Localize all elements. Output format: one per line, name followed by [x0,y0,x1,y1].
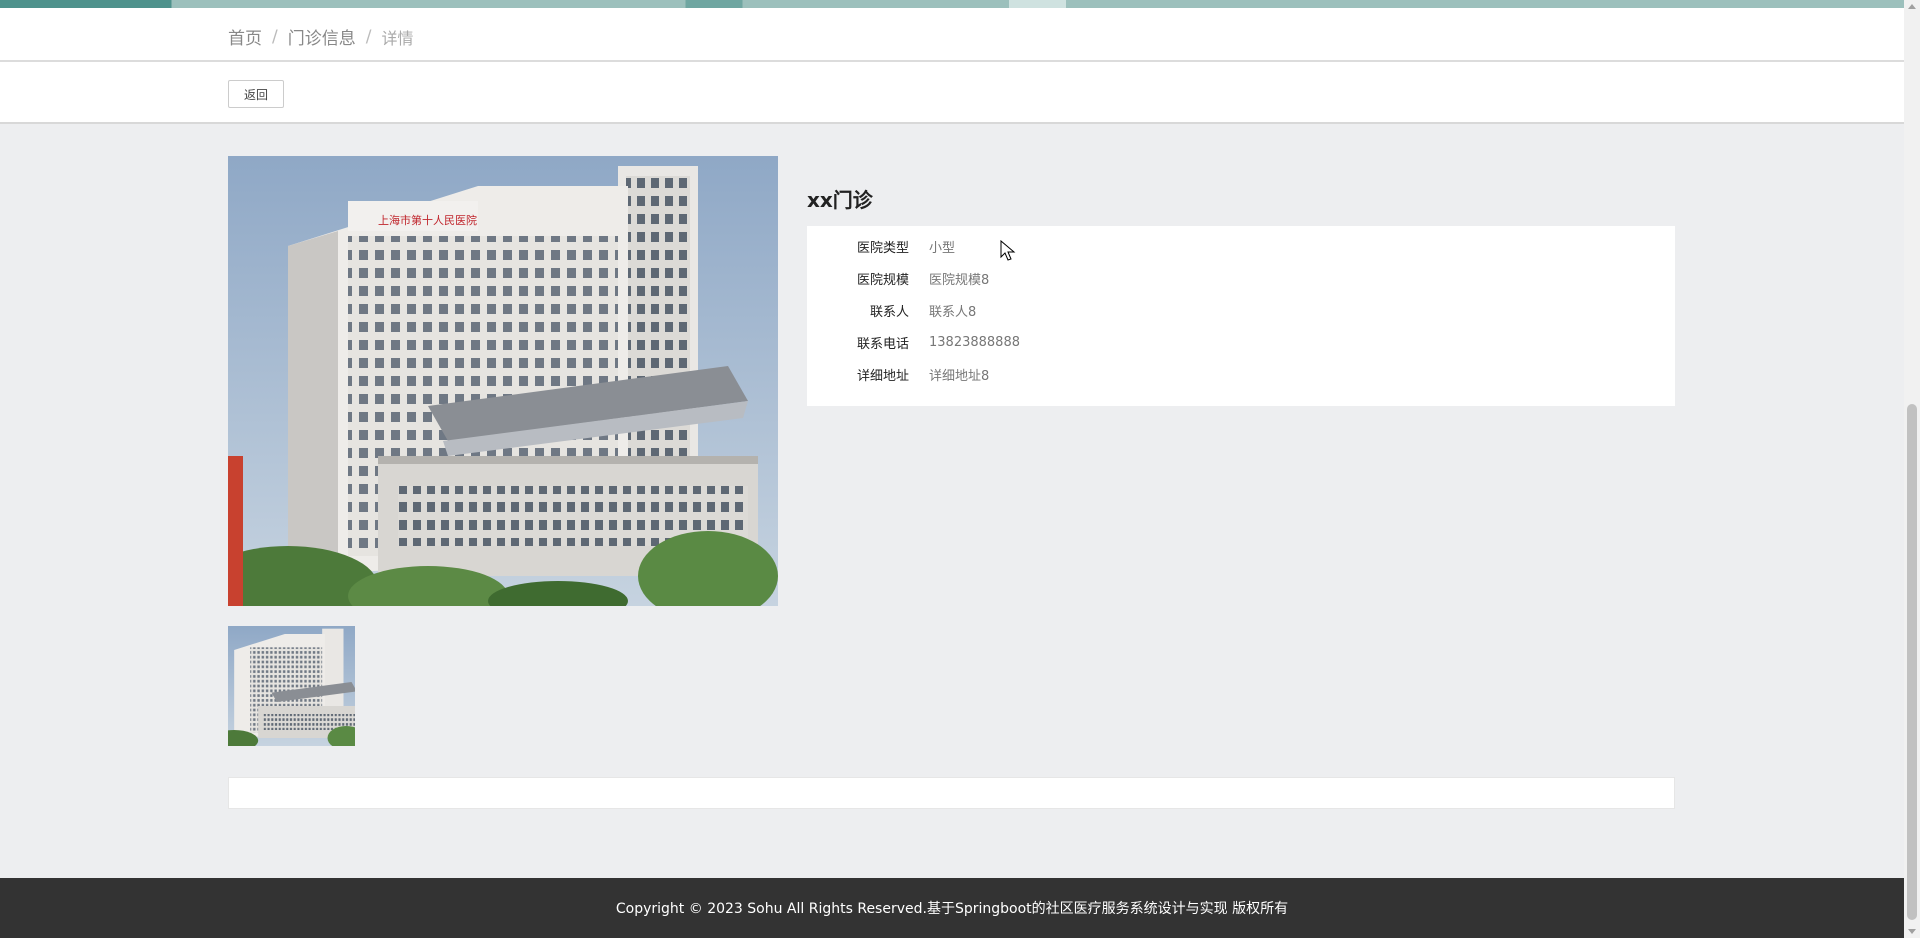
breadcrumb-home[interactable]: 首页 [228,24,262,49]
footer-copyright: Copyright © 2023 Sohu All Rights Reserve… [615,901,1289,917]
info-value: 详细地址8 [929,368,990,384]
hospital-building-icon: 上海市第十人民医院 [228,156,778,606]
breadcrumb-section[interactable]: 门诊信息 [288,24,356,49]
vertical-scrollbar[interactable] [1904,0,1920,938]
breadcrumb-separator: / [365,26,372,47]
scroll-up-icon[interactable] [1908,4,1916,9]
info-row-contact: 联系人 联系人8 [807,298,1675,322]
action-bar: 返回 [0,62,1904,124]
info-value: 联系人8 [929,304,977,320]
info-row-phone: 联系电话 13823888888 [807,330,1675,354]
info-row-scale: 医院规模 医院规模8 [807,266,1675,290]
info-label: 医院类型 [856,240,909,256]
info-value: 小型 [929,240,956,256]
info-value: 13823888888 [929,334,1020,350]
mouse-cursor-icon [1000,240,1016,261]
info-label: 联系人 [869,304,909,320]
breadcrumb: 首页 / 门诊信息 / 详情 [228,24,414,50]
info-label: 医院规模 [856,272,909,288]
top-accent-bar [0,0,1904,8]
scroll-thumb[interactable] [1907,404,1917,920]
breadcrumb-separator: / [272,26,278,47]
hospital-main-image: 上海市第十人民医院 [228,156,778,606]
footer: Copyright © 2023 Sohu All Rights Reserve… [0,878,1904,938]
hospital-thumbnail-icon [228,626,355,746]
info-row-type: 医院类型 小型 [807,234,1675,258]
info-value: 医院规模8 [929,272,990,288]
info-row-address: 详细地址 详细地址8 [807,362,1675,386]
info-label: 详细地址 [856,368,909,384]
breadcrumb-bar: 首页 / 门诊信息 / 详情 [0,8,1904,62]
clinic-info-panel: 医院类型 小型 医院规模 医院规模8 联系人 联系人8 联系电话 1382388… [807,226,1675,406]
detail-content-area [228,777,1675,809]
info-label: 联系电话 [856,336,909,352]
back-button[interactable]: 返回 [228,80,284,108]
hospital-sign: 上海市第十人民医院 [378,213,477,227]
scroll-down-icon[interactable] [1908,929,1916,934]
clinic-name: xx门诊 [807,188,873,212]
breadcrumb-current: 详情 [381,28,414,48]
hospital-thumbnail[interactable] [228,626,355,746]
